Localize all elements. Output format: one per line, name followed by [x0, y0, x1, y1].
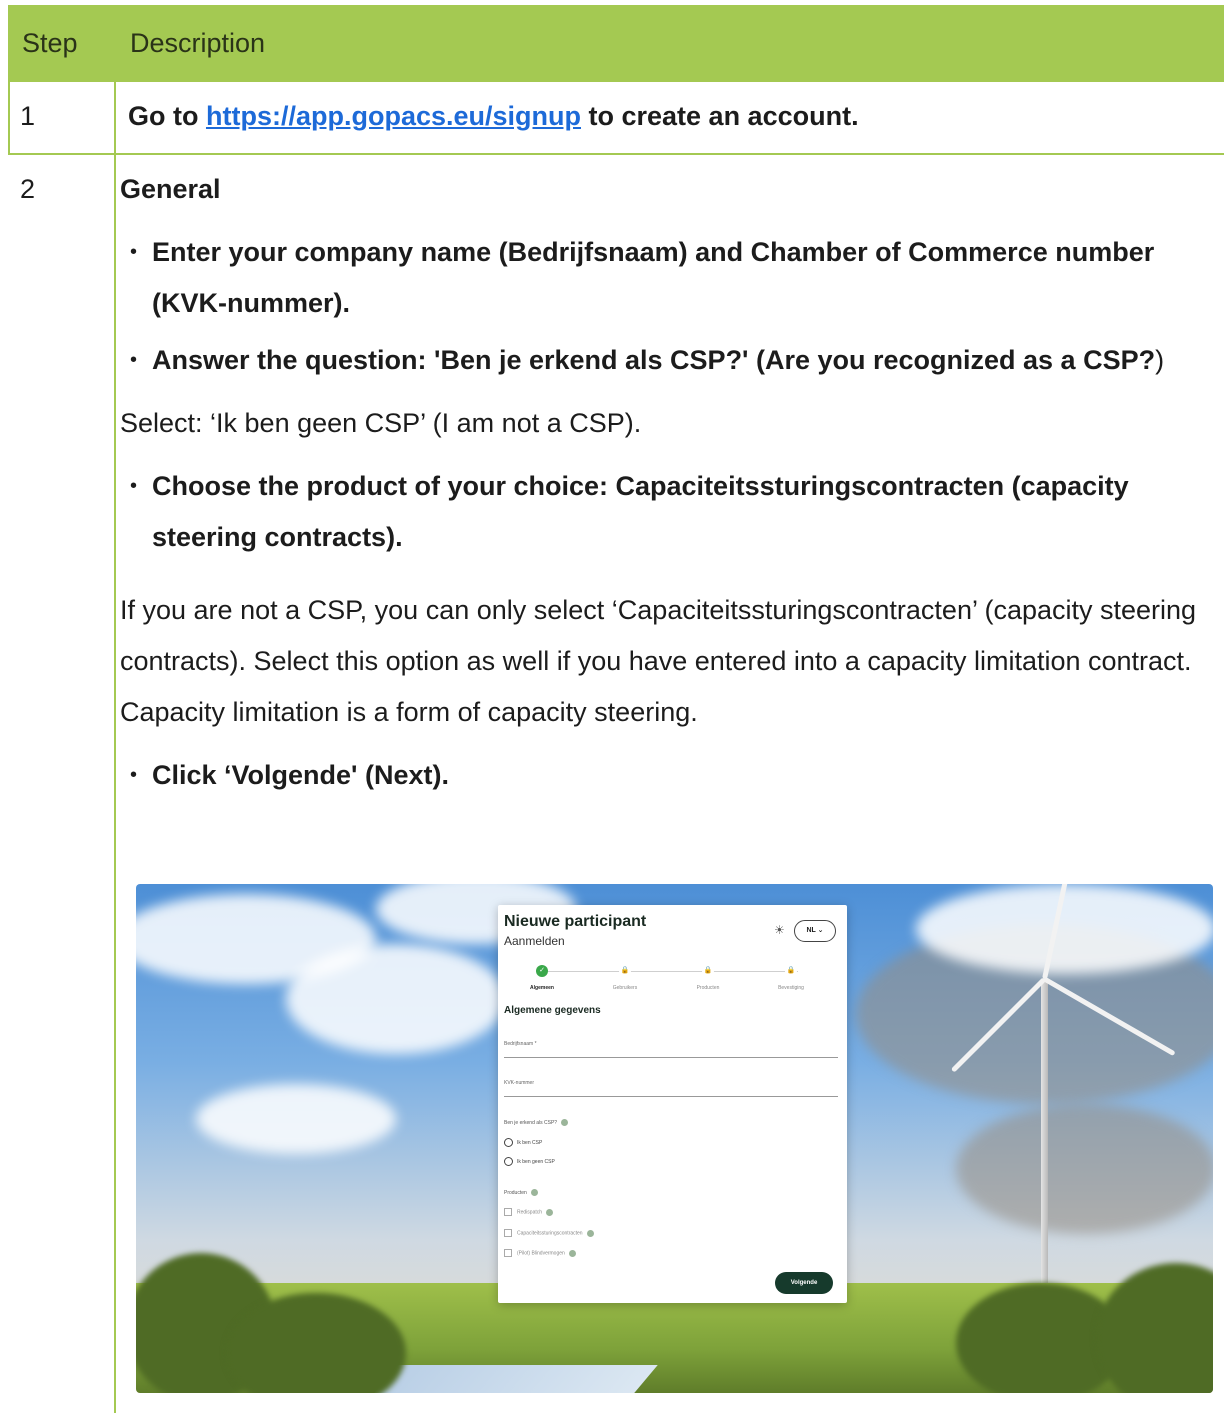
step-1-description: Go to https://app.gopacs.eu/signup to cr… [128, 101, 859, 132]
step-2-list-b: Choose the product of your choice: Capac… [120, 461, 1210, 563]
theme-toggle-icon: ☀ [774, 923, 785, 937]
list-item: Choose the product of your choice: Capac… [130, 461, 1210, 563]
signup-link[interactable]: https://app.gopacs.eu/signup [206, 101, 581, 131]
cloud [286, 944, 506, 1054]
cloud [196, 1084, 396, 1154]
step-lock-icon: 🔒 [619, 965, 631, 977]
products-label-text: Producten [504, 1189, 527, 1196]
signup-form-screenshot: Nieuwe participant Aanmelden ☀ NL ⌄ ✓ 🔒 … [136, 884, 1213, 1393]
list-item: Enter your company name (Bedrijfsnaam) a… [130, 227, 1210, 329]
checkbox-icon [504, 1208, 512, 1216]
info-icon [568, 1249, 576, 1257]
bullet2-bold: Answer the question: 'Ben je erkend als … [152, 345, 1156, 375]
checkbox-label: Capaciteitssturingscontracten [517, 1230, 583, 1237]
csp-question: Ben je erkend als CSP? [504, 1119, 569, 1126]
list-item: Click ‘Volgende' (Next). [130, 750, 1210, 801]
checkbox-label: Redispatch [517, 1209, 543, 1216]
row-divider [8, 153, 1224, 155]
radio-label: Ik ben CSP [517, 1139, 543, 1146]
info-icon [586, 1229, 594, 1237]
step-label: Bevestiging [778, 985, 804, 991]
checkbox-redispatch: Redispatch [504, 1208, 554, 1216]
step-lock-icon: 🔒 [702, 965, 714, 977]
wind-turbine-mast [1041, 979, 1048, 1289]
products-label: Producten [504, 1189, 538, 1196]
kvk-number-field: KVK-nummer [504, 1080, 838, 1097]
step-1-suffix: to create an account. [581, 101, 859, 131]
radio-icon [504, 1157, 513, 1166]
company-name-field: Bedrijfsnaam * [504, 1041, 838, 1058]
checkbox-blind-power: (Pilot) Blindvermogen [504, 1249, 576, 1257]
checkbox-icon [504, 1249, 512, 1257]
step-label: Gebruikers [612, 985, 638, 991]
form-subtitle: Aanmelden [504, 934, 565, 948]
step-number-1: 1 [20, 101, 36, 131]
header-description: Description [130, 28, 266, 58]
form-title: Nieuwe participant [504, 913, 647, 930]
step-lock-icon: 🔒 [785, 965, 797, 977]
signup-form-panel: Nieuwe participant Aanmelden ☀ NL ⌄ ✓ 🔒 … [498, 905, 847, 1303]
step-2-heading: General [120, 174, 221, 204]
column-divider [114, 82, 116, 1413]
stepper-line [542, 971, 798, 972]
table-header: Step Description [8, 5, 1224, 82]
step-2-list-c: Click ‘Volgende' (Next). [120, 750, 1210, 801]
info-icon [546, 1208, 554, 1216]
bullet2-tail: ) [1155, 345, 1165, 375]
step-1-prefix: Go to [128, 101, 206, 131]
checkbox-icon [504, 1229, 512, 1237]
radio-icon [504, 1138, 513, 1147]
list-item: Answer the question: 'Ben je erkend als … [130, 335, 1210, 386]
header-step: Step [22, 28, 78, 58]
checkbox-label: (Pilot) Blindvermogen [517, 1250, 565, 1257]
checkbox-capacity-steering: Capaciteitssturingscontracten [504, 1229, 594, 1237]
cloud [956, 1104, 1213, 1234]
step-2-list-a: Enter your company name (Bedrijfsnaam) a… [120, 227, 1210, 386]
left-border [8, 82, 10, 155]
step-2-note-csp: Select: ‘Ik ben geen CSP’ (I am not a CS… [120, 408, 642, 438]
form-section-title: Algemene gegevens [504, 1005, 601, 1016]
radio-csp: Ik ben CSP [504, 1138, 542, 1147]
step-2-description: General Enter your company name (Bedrijf… [120, 164, 1210, 801]
step-label: Producten [696, 985, 720, 991]
language-select: NL ⌄ [794, 920, 836, 942]
step-label: Algemeen [530, 985, 554, 991]
radio-not-csp: Ik ben geen CSP [504, 1157, 555, 1166]
step-number-2: 2 [20, 174, 36, 204]
info-icon [530, 1189, 538, 1196]
canal-water [374, 1365, 658, 1393]
step-2-note-product: If you are not a CSP, you can only selec… [120, 595, 1197, 727]
radio-label: Ik ben geen CSP [517, 1158, 555, 1165]
info-icon [561, 1119, 569, 1126]
csp-question-label: Ben je erkend als CSP? [504, 1119, 558, 1126]
next-button: Volgende [775, 1272, 833, 1294]
cloud [916, 884, 1213, 974]
step-check-icon: ✓ [536, 965, 548, 977]
